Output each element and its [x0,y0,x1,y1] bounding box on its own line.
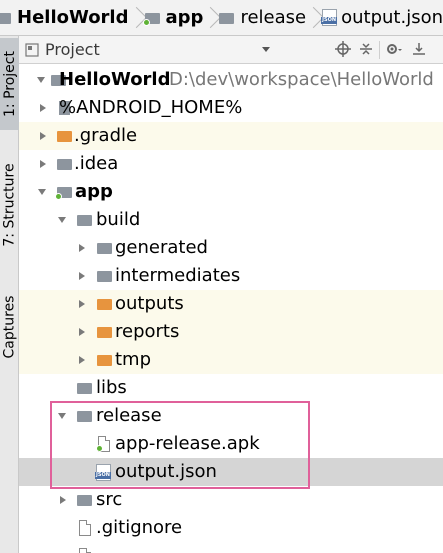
tree-item-src[interactable]: src [19,486,443,514]
collapsed-arrow-icon[interactable] [40,160,46,168]
hide-icon[interactable] [411,41,427,57]
folder-icon [97,241,112,254]
collapsed-arrow-icon[interactable] [79,300,85,308]
folder-icon [0,11,11,24]
folder-icon [77,213,92,226]
tab-project[interactable]: 1: Project [0,38,19,130]
annotation-highlight-box [50,401,310,489]
breadcrumb-app[interactable]: app [142,7,203,28]
breadcrumb-release[interactable]: release [219,7,306,28]
collapsed-arrow-icon[interactable] [40,104,46,112]
tree-item-libs[interactable]: libs [19,374,443,402]
tree-item-app[interactable]: app [19,178,443,206]
breadcrumb-helloworld[interactable]: HelloWorld [0,7,129,28]
module-folder-icon [55,185,72,200]
breadcrumb-separator [207,4,213,32]
tree-item-partial[interactable] [19,542,443,553]
tree-item-android-home[interactable]: %ANDROID_HOME% [19,94,443,122]
tree-item-gitignore[interactable]: .gitignore [19,514,443,542]
tree-item-outputs[interactable]: outputs [19,290,443,318]
expand-arrow-icon[interactable] [58,217,66,223]
breadcrumb-separator [310,4,316,32]
project-panel-title: Project [45,40,100,59]
folder-icon [97,353,112,366]
tree-item-idea[interactable]: .idea [19,150,443,178]
tree-item-generated[interactable]: generated [19,234,443,262]
target-icon[interactable] [335,41,351,57]
folder-icon [57,129,72,142]
tree-item-build[interactable]: build [19,206,443,234]
tree-item-helloworld[interactable]: HelloWorld D:\dev\workspace\HelloWorld [19,66,443,94]
collapsed-arrow-icon[interactable] [79,356,85,364]
collapsed-arrow-icon[interactable] [79,272,85,280]
collapsed-arrow-icon[interactable] [60,496,66,504]
file-icon [79,548,91,553]
collapsed-arrow-icon[interactable] [40,132,46,140]
json-file-icon: JSON [321,9,338,26]
tab-structure[interactable]: 7: Structure [0,140,19,270]
header-separator [379,41,380,59]
breadcrumb-output-json[interactable]: JSON output.json [321,7,443,28]
tool-window-strip: 1: Project 7: Structure Captures [0,36,19,553]
tree-item-intermediates[interactable]: intermediates [19,262,443,290]
tree-item-tmp[interactable]: tmp [19,346,443,374]
tree-item-reports[interactable]: reports [19,318,443,346]
folder-icon [97,325,112,338]
project-view-icon [25,42,39,57]
folder-icon [219,11,235,24]
collapsed-arrow-icon[interactable] [79,328,85,336]
folder-icon [57,157,72,170]
folder-icon [77,381,92,394]
collapse-icon[interactable] [358,41,374,57]
expand-arrow-icon[interactable] [38,189,46,195]
breadcrumb-separator [133,4,139,32]
text-file-icon [79,520,91,536]
module-folder-icon [142,11,160,26]
collapsed-arrow-icon[interactable] [79,244,85,252]
project-panel-header: Project [19,36,443,64]
tab-captures[interactable]: Captures [0,282,19,372]
breadcrumb: HelloWorld app release JSON output.json [0,0,443,36]
view-selector-dropdown-icon[interactable] [262,47,270,52]
gear-icon[interactable] [385,41,403,57]
project-tree: HelloWorld D:\dev\workspace\HelloWorld %… [19,64,443,553]
expand-arrow-icon[interactable] [37,77,45,83]
folder-icon [77,493,92,506]
tree-item-gradle[interactable]: .gradle [19,122,443,150]
folder-icon [97,269,112,282]
folder-icon [97,297,112,310]
